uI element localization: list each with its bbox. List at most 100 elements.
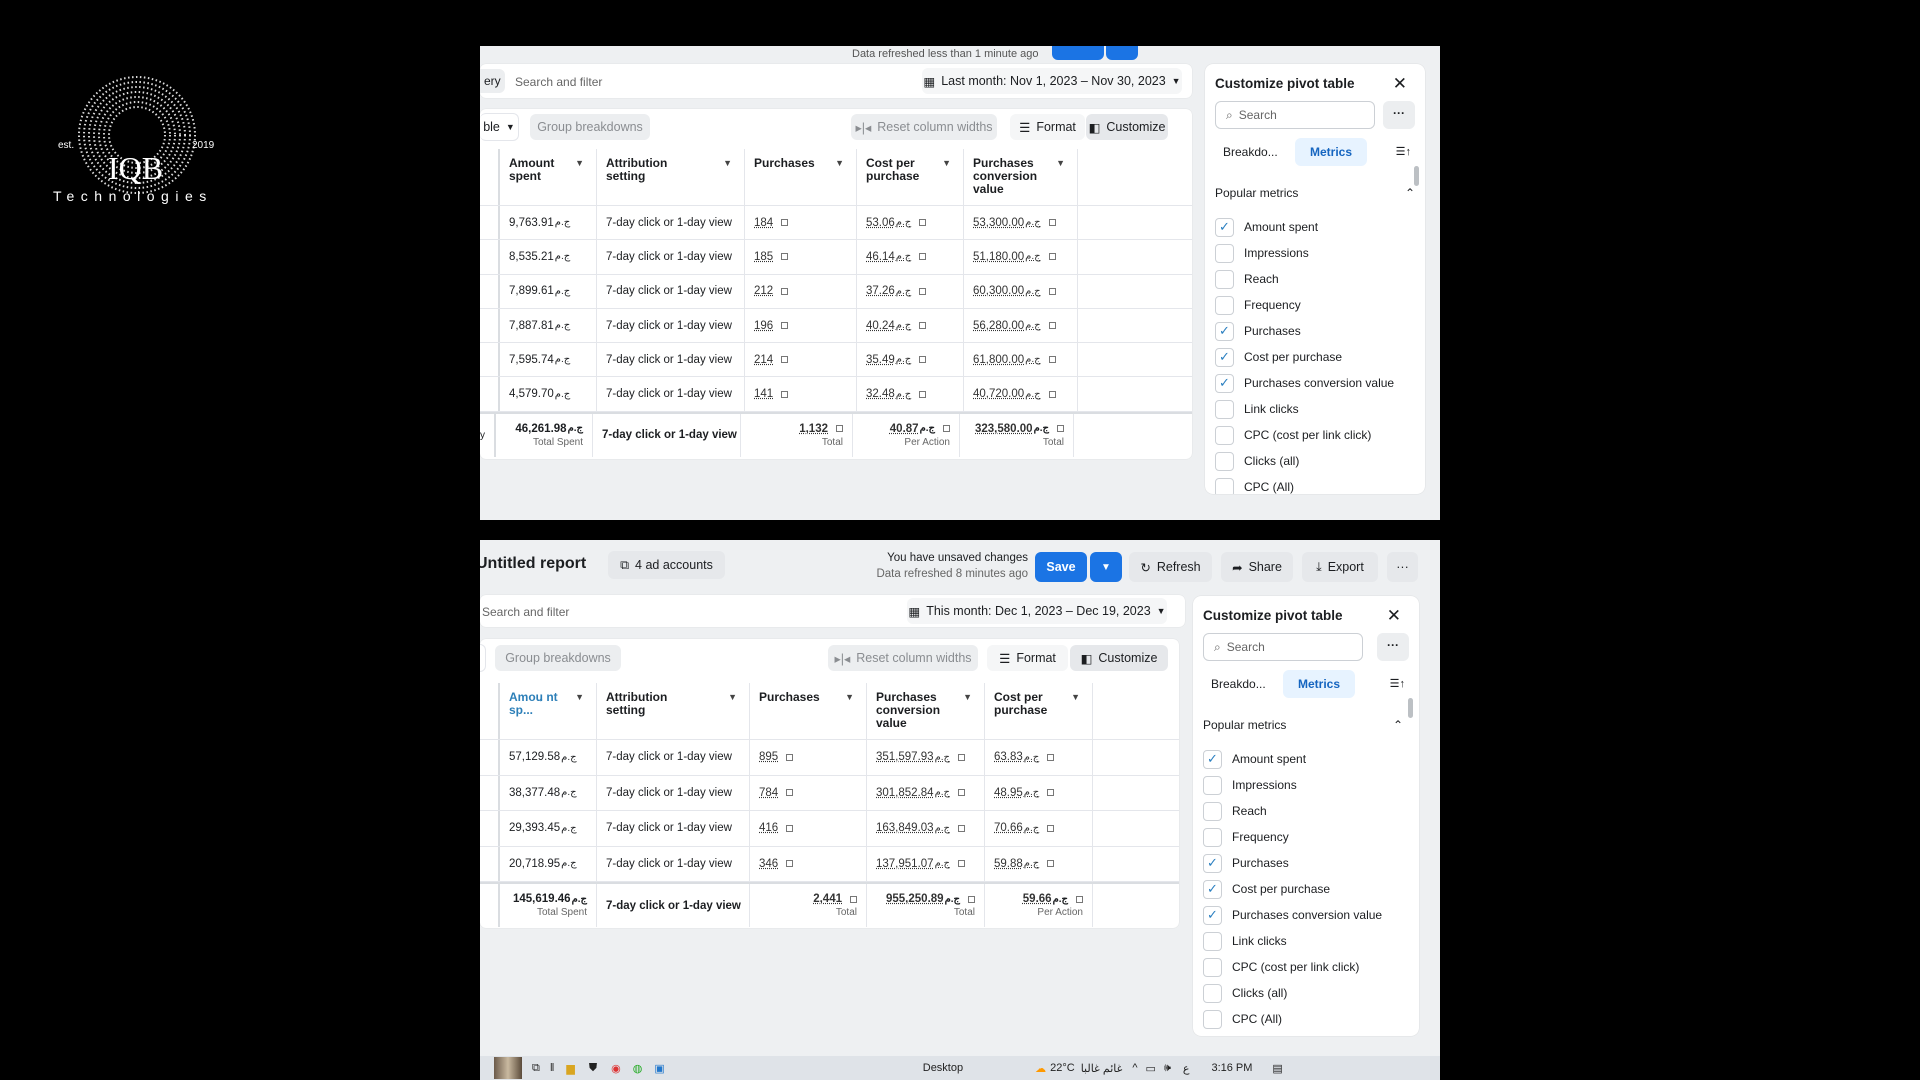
checkbox-checked[interactable]: ✓ [1215, 217, 1234, 237]
cell-value[interactable]: 212 [754, 285, 773, 297]
comparison-icon[interactable] [786, 860, 794, 868]
checkbox-checked[interactable]: ✓ [1203, 879, 1222, 899]
comparison-icon[interactable] [850, 895, 857, 903]
shield-icon[interactable]: ⛊ [589, 1062, 597, 1075]
table-cell[interactable]: 37.26 ج.م [857, 274, 964, 308]
table-cell[interactable]: 141 [745, 377, 857, 411]
table-cell[interactable]: 59.88 ج.م [985, 846, 1093, 881]
cell-value[interactable]: 37.26 [866, 285, 895, 297]
comparison-icon[interactable] [919, 287, 927, 295]
checkbox-checked[interactable]: ✓ [1215, 373, 1234, 393]
total-value[interactable]: 2,441 [813, 893, 842, 905]
photos-icon[interactable]: ▣ [654, 1062, 664, 1075]
checkbox-unchecked[interactable] [1203, 827, 1222, 847]
cell-value[interactable]: 301,852.84 [876, 787, 934, 799]
task-view-icon[interactable]: ⧉ [532, 1062, 540, 1075]
checkbox-unchecked[interactable] [1215, 425, 1234, 445]
table-cell[interactable]: 51,180.00 ج.م [964, 240, 1078, 274]
cell-value[interactable]: 214 [754, 354, 773, 366]
table-cell[interactable]: 212 [745, 274, 857, 308]
cell-value[interactable]: 196 [754, 320, 773, 332]
checkbox-unchecked[interactable] [1203, 983, 1222, 1003]
language-indicator[interactable]: ع [1183, 1062, 1190, 1075]
table-cell[interactable]: 301,852.84 ج.م [867, 775, 985, 810]
comparison-icon[interactable] [1076, 895, 1083, 903]
column-menu-chevron-icon[interactable]: ▼ [1056, 157, 1065, 170]
metric-option[interactable]: Impressions [1203, 772, 1382, 798]
table-cell[interactable]: 40,720.00 ج.م [964, 377, 1078, 411]
cell-value[interactable]: 61,800.00 [973, 354, 1024, 366]
column-menu-chevron-icon[interactable]: ▼ [845, 691, 854, 704]
checkbox-checked[interactable]: ✓ [1215, 347, 1234, 367]
comparison-icon[interactable] [786, 824, 794, 832]
table-cell[interactable]: 895 [750, 740, 867, 775]
checkbox-unchecked[interactable] [1203, 957, 1222, 977]
table-cell[interactable]: 351,597.93 ج.م [867, 740, 985, 775]
checkbox-checked[interactable]: ✓ [1203, 905, 1222, 925]
group-breakdowns-button[interactable]: Group breakdowns [495, 645, 621, 671]
cell-value[interactable]: 35.49 [866, 354, 895, 366]
network-icon[interactable]: ▭ [1146, 1062, 1156, 1075]
cell-value[interactable]: 184 [754, 217, 773, 229]
tray-chevron-icon[interactable]: ^ [1132, 1062, 1137, 1074]
metric-option[interactable]: Link clicks [1215, 396, 1394, 422]
format-button[interactable]: ☰ Format [1010, 114, 1085, 140]
checkbox-checked[interactable]: ✓ [1215, 321, 1234, 341]
column-header[interactable]: Attribution setting ▼ [597, 149, 745, 205]
total-value[interactable]: 59.66 [1023, 893, 1052, 905]
checkbox-unchecked[interactable] [1203, 801, 1222, 821]
metric-option[interactable]: ✓ Amount spent [1203, 746, 1382, 772]
table-cell[interactable]: 346 [750, 846, 867, 881]
view-select[interactable]: ble ▼ [480, 113, 519, 141]
column-header[interactable]: Amount spent ▼ [500, 149, 597, 205]
checkbox-unchecked[interactable] [1203, 775, 1222, 795]
checkbox-unchecked[interactable] [1215, 399, 1234, 419]
cell-value[interactable]: 60,300.00 [973, 285, 1024, 297]
column-header[interactable]: Attribution setting ▼ [597, 683, 750, 739]
cell-value[interactable]: 416 [759, 822, 778, 834]
app-thumbnail-icon[interactable] [494, 1057, 522, 1079]
column-menu-chevron-icon[interactable]: ▼ [835, 157, 844, 170]
table-cell[interactable]: 163,849.03 ج.م [867, 811, 985, 846]
view-select[interactable] [480, 644, 486, 672]
column-header[interactable]: Purchases ▼ [745, 149, 857, 205]
metric-option[interactable]: ✓ Cost per purchase [1203, 876, 1382, 902]
close-icon[interactable]: ✕ [1393, 74, 1407, 94]
checkbox-checked[interactable]: ✓ [1203, 749, 1222, 769]
column-menu-chevron-icon[interactable]: ▼ [1071, 691, 1080, 704]
whatsapp-icon[interactable]: ◍ [633, 1062, 643, 1075]
cell-value[interactable]: 59.88 [994, 858, 1023, 870]
cell-value[interactable]: 53.06 [866, 217, 895, 229]
comparison-icon[interactable] [958, 860, 965, 868]
column-menu-chevron-icon[interactable]: ▼ [723, 157, 732, 170]
column-header[interactable]: Cost per purchase ▼ [857, 149, 964, 205]
table-cell[interactable]: 48.95 ج.م [985, 775, 1093, 810]
cell-value[interactable]: 784 [759, 787, 778, 799]
tab-breakdowns[interactable]: Breakdo... [1223, 138, 1278, 166]
group-breakdowns-button[interactable]: Group breakdowns [530, 114, 650, 140]
comparison-icon[interactable] [958, 789, 965, 797]
metric-option[interactable]: CPC (cost per link click) [1215, 422, 1394, 448]
date-range-picker[interactable]: ▦ This month: Dec 1, 2023 – Dec 19, 2023… [907, 598, 1167, 624]
weather-temp[interactable]: 22°C [1050, 1062, 1075, 1074]
comparison-icon[interactable] [1048, 322, 1056, 330]
column-menu-chevron-icon[interactable]: ▼ [575, 157, 584, 170]
chrome-icon[interactable]: ◉ [611, 1062, 621, 1075]
comparison-icon[interactable] [919, 356, 927, 364]
comparison-icon[interactable] [1048, 253, 1056, 261]
cell-value[interactable]: 70.66 [994, 822, 1023, 834]
metric-option[interactable]: Clicks (all) [1203, 980, 1382, 1006]
column-header[interactable]: Amou nt sp... ↓ ▼ [500, 683, 597, 739]
metric-option[interactable]: Impressions [1215, 240, 1394, 266]
metric-option[interactable]: Reach [1215, 266, 1394, 292]
comparison-icon[interactable] [786, 753, 794, 761]
tab-metrics[interactable]: Metrics [1283, 670, 1355, 698]
comparison-icon[interactable] [919, 322, 927, 330]
column-header[interactable]: Purchases conversion value ▼ [964, 149, 1078, 205]
cell-value[interactable]: 48.95 [994, 787, 1023, 799]
comparison-icon[interactable] [781, 390, 789, 398]
checkbox-unchecked[interactable] [1215, 477, 1234, 494]
column-menu-chevron-icon[interactable]: ▼ [963, 691, 972, 704]
metric-option[interactable]: ✓ Purchases [1215, 318, 1394, 344]
sort-icon[interactable]: ☰↑ [1396, 138, 1411, 166]
